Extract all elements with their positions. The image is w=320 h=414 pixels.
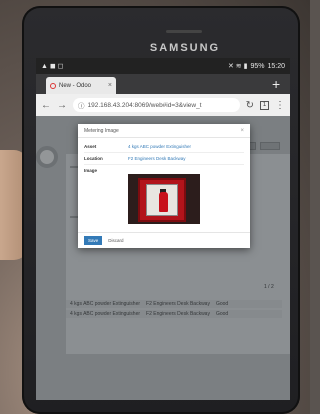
dialog-title: Metering Image (84, 127, 119, 134)
tab-title: New - Odoo (59, 82, 92, 89)
speaker-grille (166, 30, 202, 33)
fire-cabinet-image (138, 178, 186, 222)
table-row[interactable]: 4 kgs ABC powder Extinguisher F2 Enginee… (66, 310, 282, 318)
dialog-footer: Save Discard (78, 232, 250, 248)
row-asset: 4 kgs ABC powder Extinguisher (70, 301, 141, 307)
url-field[interactable]: ⓘ 192.168.43.204:8069/web#id=3&view_t (73, 98, 240, 112)
notification-icons: ▲ ◼ ◻ (41, 63, 64, 70)
browser-tab[interactable]: New - Odoo × (46, 77, 116, 94)
close-icon[interactable]: × (240, 128, 244, 134)
reload-icon[interactable]: ↻ (246, 100, 254, 111)
metering-image-dialog: Metering Image × Asset 4 kgs ABC powder … (78, 124, 250, 248)
forward-icon[interactable]: → (57, 100, 67, 111)
address-bar: ← → ⓘ 192.168.43.204:8069/web#id=3&view_… (36, 94, 290, 116)
signal-icons: ✕ ≋ ▮ (227, 63, 248, 70)
location-label: Location (84, 156, 103, 161)
row-location: F2 Engineers Desk Backway (146, 301, 210, 307)
location-value[interactable]: F2 Engineers Desk Backway (128, 156, 186, 161)
asset-label: Asset (84, 144, 97, 149)
tab-close-icon[interactable]: × (108, 82, 112, 89)
battery-level: 95% (250, 62, 265, 70)
app-logo-icon (36, 146, 58, 168)
back-icon[interactable]: ← (41, 100, 51, 111)
url-text: 192.168.43.204:8069/web#id=3&view_t (87, 101, 202, 109)
dialog-header: Metering Image × (78, 124, 250, 138)
new-tab-icon[interactable]: + (272, 76, 280, 92)
odoo-favicon-icon (50, 82, 56, 89)
tab-count-icon[interactable]: 1 (260, 100, 269, 110)
page-button[interactable] (260, 142, 280, 150)
info-icon[interactable]: ⓘ (78, 100, 85, 110)
tablet-screen: ▲ ◼ ◻ ✕ ≋ ▮ 95% 15:20 New - Odoo × + ← →… (36, 58, 290, 400)
status-bar: ▲ ◼ ◻ ✕ ≋ ▮ 95% 15:20 (36, 58, 290, 74)
row-status: Good (215, 301, 229, 307)
clock: 15:20 (267, 62, 285, 70)
row-status: Good (215, 311, 229, 317)
asset-value[interactable]: 4 kgs ABC powder Extinguisher (128, 144, 191, 149)
brand-label: SAMSUNG (149, 42, 221, 54)
save-button[interactable]: Save (84, 236, 103, 245)
row-asset: 4 kgs ABC powder Extinguisher (70, 311, 141, 317)
discard-button[interactable]: Discard (108, 238, 123, 243)
browser-tab-strip: New - Odoo × + (36, 74, 290, 94)
extinguisher-image[interactable] (128, 174, 200, 224)
image-label: Image (84, 168, 98, 173)
divider (84, 152, 244, 153)
cabinet-glass (146, 184, 178, 216)
row-location: F2 Engineers Desk Backway (146, 311, 210, 317)
table-row[interactable]: 4 kgs ABC powder Extinguisher F2 Enginee… (66, 300, 282, 308)
fire-extinguisher-icon (159, 192, 168, 212)
pager: 1 / 2 (264, 284, 274, 290)
divider (84, 164, 244, 165)
menu-icon[interactable]: ⋮ (275, 100, 285, 111)
